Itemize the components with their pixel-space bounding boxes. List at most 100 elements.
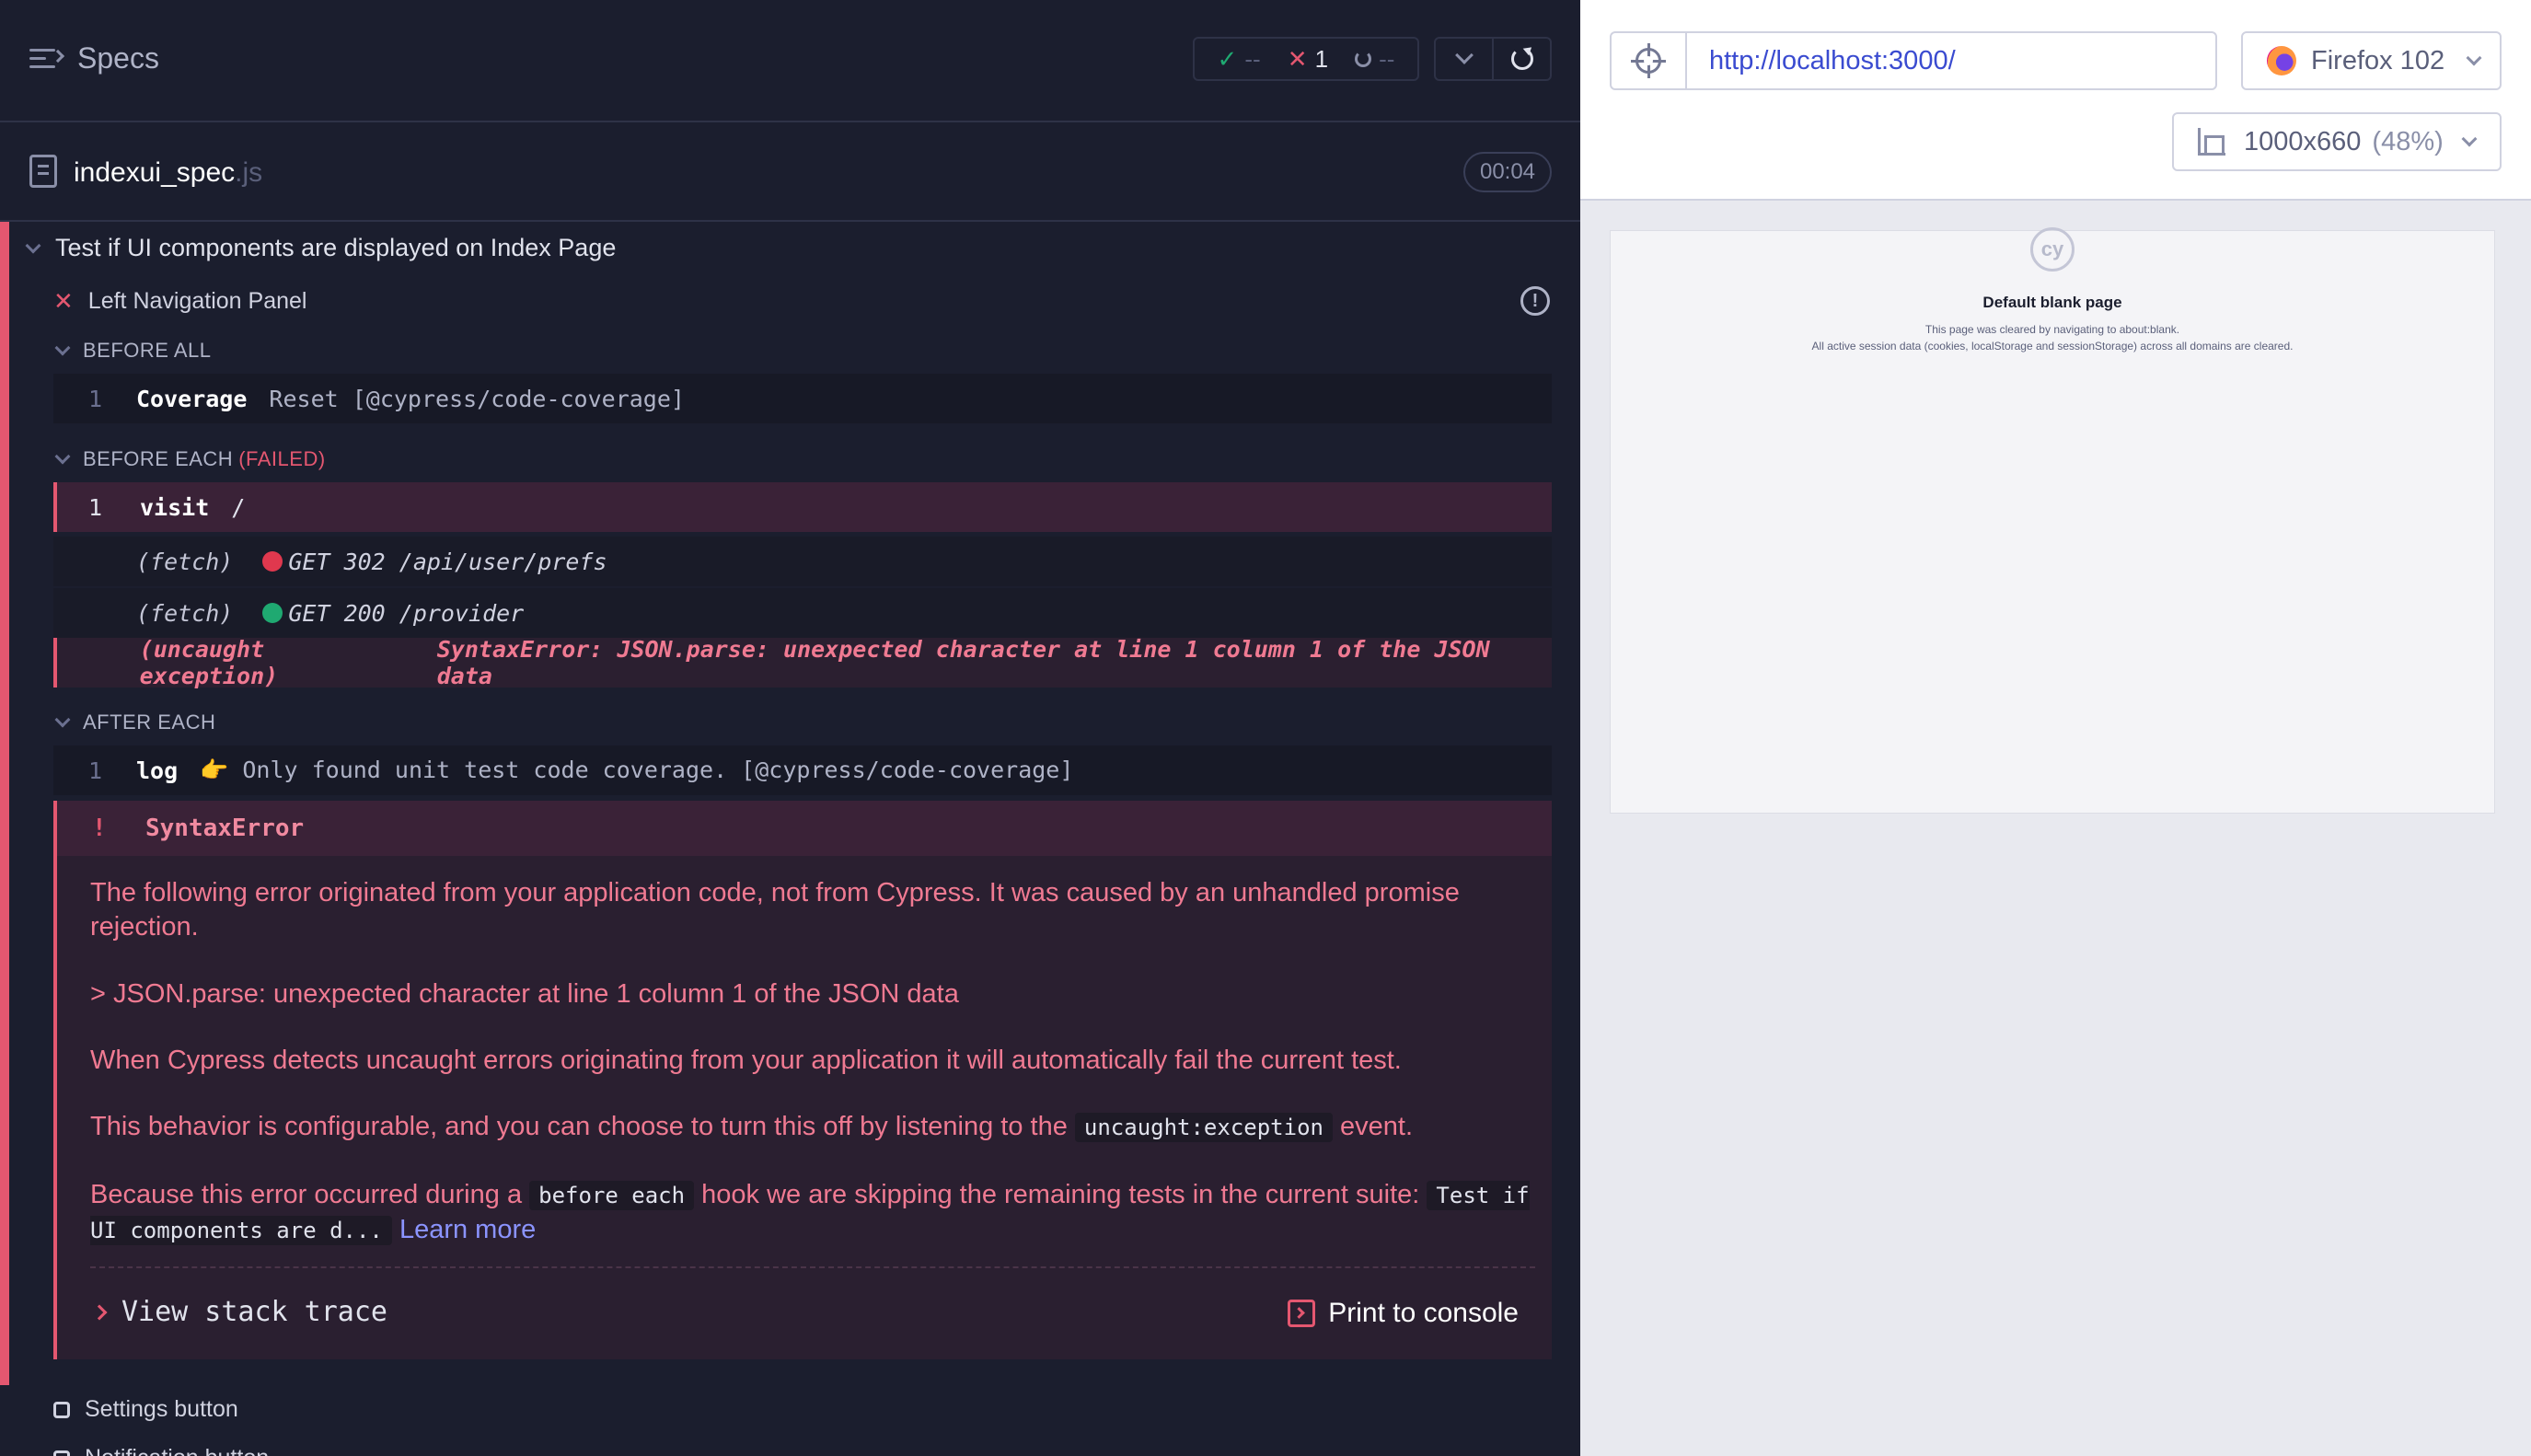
spec-file-header: indexui_spec.js 00:04 [0,124,1580,222]
crosshair-icon [1631,43,1666,78]
chevron-down-icon [1454,46,1474,64]
cypress-logo-icon: cy [2030,227,2074,272]
url-bar: http://localhost:3000/ [1610,31,2217,90]
command-name: visit [140,493,210,521]
error-explanation: When Cypress detects uncaught errors ori… [90,1046,1402,1075]
command-name: log [136,757,179,784]
status-dot-red [262,551,283,572]
spec-name: indexui_spec [74,157,236,188]
viewport-scale: (48%) [2372,126,2444,156]
code-uncaught-exception: uncaught:exception [1074,1113,1333,1142]
terminal-icon [1288,1300,1316,1327]
command-row-exception[interactable]: (uncaught exception) SyntaxError: JSON.p… [53,636,1552,689]
command-row[interactable]: (fetch) GET 302 /api/user/prefs [53,537,1552,586]
viewport-icon [2198,128,2225,156]
viewport-select[interactable]: 1000x660 (48%) [2172,112,2502,171]
text: hook we are skipping the remaining tests… [701,1180,1420,1209]
stack-trace-label: View stack trace [121,1296,387,1328]
chevron-down-icon [2466,50,2482,66]
viewport-size: 1000x660 [2244,126,2362,156]
spec-file-name[interactable]: indexui_spec.js [74,157,262,189]
stat-pending: -- [1355,45,1394,74]
chevron-down-icon [25,237,41,253]
hook-after-each[interactable]: AFTER EACH [54,711,216,734]
reporter-panel: Specs ✓ -- ✕ 1 -- indexui_spec.js 00:04 … [0,0,1580,1456]
command-name: (fetch) [136,599,234,627]
command-message: Reset [@cypress/code-coverage] [269,385,685,412]
x-icon: ✕ [1287,44,1308,73]
stat-passed: ✓ -- [1218,45,1261,74]
hook-label: BEFORE EACH [83,447,234,470]
print-to-console-button[interactable]: Print to console [1288,1298,1519,1329]
browser-name: Firefox 102 [2311,45,2445,75]
blank-page-title: Default blank page [1982,294,2122,311]
error-detail: > JSON.parse: unexpected character at li… [90,979,959,1009]
chevron-down-icon [54,448,71,465]
command-name: (uncaught exception) [139,636,279,689]
view-stack-trace-button[interactable]: View stack trace [91,1296,387,1328]
url-text[interactable]: http://localhost:3000/ [1687,46,1956,76]
specs-toggle[interactable]: Specs [29,41,159,75]
command-number: 1 [88,385,103,412]
aut-iframe[interactable]: cy Default blank page This page was clea… [1610,227,2495,814]
code-before-each: before each [529,1181,695,1210]
hook-before-all[interactable]: BEFORE ALL [54,339,212,363]
status-dot-green [262,603,283,623]
error-header: ! SyntaxError [57,801,1552,856]
print-console-label: Print to console [1328,1298,1519,1328]
browser-select[interactable]: Firefox 102 [2241,31,2502,90]
document-icon [29,155,57,188]
test-row-pending[interactable]: Settings button [53,1396,238,1423]
error-marker: ! [92,815,107,842]
pending-square-icon [53,1450,70,1456]
command-message: 👉 Only found unit test code coverage. [@… [200,757,1074,783]
selector-playground-button[interactable] [1612,33,1687,88]
command-row[interactable]: 1 log 👉 Only found unit test code covera… [53,745,1552,795]
hook-label: BEFORE ALL [83,339,212,362]
learn-more-link[interactable]: Learn more [399,1215,536,1244]
hook-label: AFTER EACH [83,711,216,734]
command-row[interactable]: 1 Coverage Reset [@cypress/code-coverage… [53,374,1552,423]
command-message: GET 200 /provider [288,599,525,627]
chevron-down-icon [54,711,71,728]
command-message: GET 302 /api/user/prefs [288,548,607,575]
command-message: / [231,493,246,521]
test-stats: ✓ -- ✕ 1 -- [1193,37,1419,81]
test-title: Settings button [85,1396,238,1422]
app-under-test-panel: http://localhost:3000/ Firefox 102 1000x… [1580,0,2531,1456]
command-row-failed[interactable]: 1 visit / [53,482,1552,532]
suite-title: Test if UI components are displayed on I… [55,234,617,261]
pending-square-icon [53,1401,70,1418]
firefox-icon [2267,46,2296,75]
pending-icon [1355,51,1372,67]
rerun-button[interactable] [1492,39,1550,79]
error-skip-note: Because this error occurred during a bef… [90,1178,1535,1248]
text: event. [1340,1112,1414,1141]
chevron-down-icon [54,340,71,356]
test-row-pending[interactable]: Notification button [53,1445,269,1456]
error-panel: ! SyntaxError The following error origin… [53,801,1552,1359]
run-duration: 00:04 [1463,152,1552,192]
collapse-all-button[interactable] [1436,39,1492,79]
command-message: SyntaxError: JSON.parse: unexpected char… [436,636,1490,689]
hook-before-each[interactable]: BEFORE EACH (FAILED) [54,447,326,471]
divider [90,1266,1535,1268]
chevron-down-icon [2461,131,2478,147]
error-config-note: This behavior is configurable, and you c… [90,1110,1535,1145]
aut-toolbar: http://localhost:3000/ Firefox 102 1000x… [1580,0,2531,201]
text: Because this error occurred during a [90,1180,523,1209]
test-title: Left Navigation Panel [87,288,307,314]
spec-ext: .js [235,157,263,188]
specs-list-icon [29,46,65,72]
specs-title: Specs [77,41,159,75]
alert-icon[interactable]: ! [1520,286,1550,316]
run-controls [1434,37,1552,81]
reporter-header: Specs ✓ -- ✕ 1 -- [0,0,1580,122]
blank-page-line-1: This page was cleared by navigating to a… [1924,323,2180,336]
hook-status: (FAILED) [238,447,326,470]
command-row[interactable]: (fetch) GET 200 /provider [53,588,1552,638]
blank-page-line-2: All active session data (cookies, localS… [1811,340,2294,352]
test-row[interactable]: ✕ Left Navigation Panel [53,287,306,316]
text: This behavior is configurable, and you c… [90,1112,1068,1141]
suite-row[interactable]: Test if UI components are displayed on I… [25,234,617,262]
